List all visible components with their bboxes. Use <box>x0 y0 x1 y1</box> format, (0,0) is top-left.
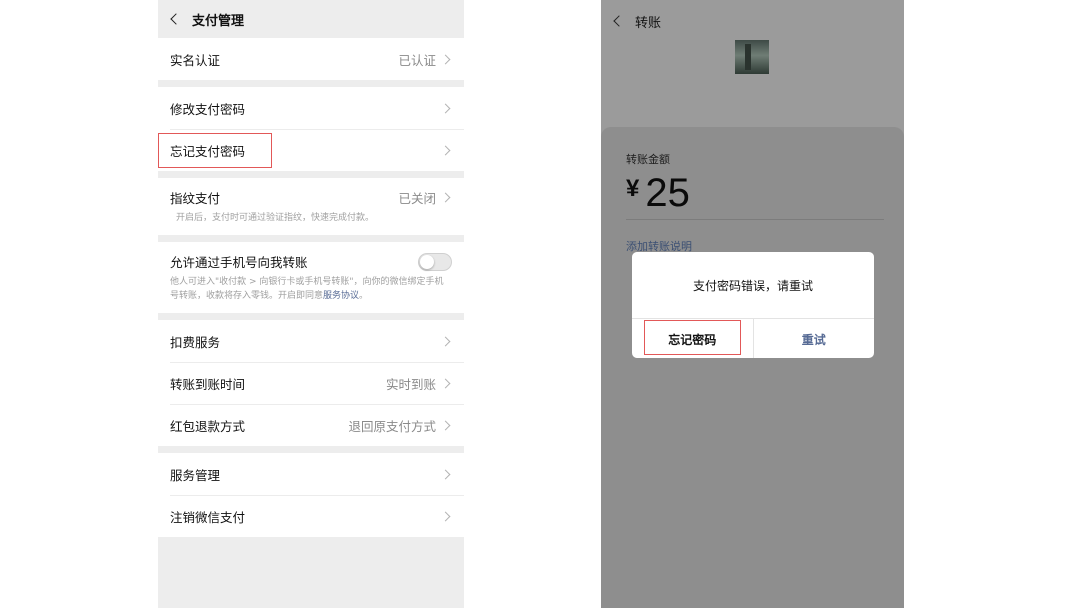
page-title: 转账 <box>635 15 662 31</box>
row-deduction-service[interactable]: 扣费服务 <box>158 320 464 362</box>
chevron-right-icon <box>440 420 451 430</box>
toggle-knob <box>420 254 434 269</box>
chevron-right-icon <box>440 511 451 521</box>
row-value: 实时到账 <box>385 376 436 392</box>
row-label: 服务管理 <box>170 467 221 483</box>
row-label: 修改支付密码 <box>170 101 246 117</box>
row-label: 指纹支付 <box>170 191 221 206</box>
chevron-right-icon <box>440 103 451 113</box>
payment-management-screen: 支付管理 实名认证 已认证 修改支付密码 忘记支付密码 指纹支付 已关闭 开启后… <box>158 0 464 608</box>
row-description: 他人可进入"收付款 > 向银行卡或手机号转账"，向你的微信绑定手机号转账，收款将… <box>170 275 450 303</box>
row-label: 红包退款方式 <box>170 418 246 434</box>
nav-bar: 转账 <box>601 0 904 42</box>
chevron-right-icon <box>440 145 451 155</box>
row-change-password[interactable]: 修改支付密码 <box>158 87 464 129</box>
row-value: 已认证 <box>398 52 436 68</box>
row-allow-phone-transfer: 允许通过手机号向我转账 他人可进入"收付款 > 向银行卡或手机号转账"，向你的微… <box>158 242 464 313</box>
desc-text: 他人可进入"收付款 > 向银行卡或手机号转账"，向你的微信绑定手机号转账，收款将… <box>170 277 444 301</box>
chevron-right-icon <box>440 336 451 346</box>
back-icon[interactable] <box>170 13 182 25</box>
row-service-management[interactable]: 服务管理 <box>158 453 464 495</box>
phone-transfer-toggle[interactable] <box>418 252 452 271</box>
chevron-right-icon <box>440 378 451 388</box>
row-real-name-auth[interactable]: 实名认证 已认证 <box>158 38 464 80</box>
avatar <box>735 40 769 74</box>
currency-symbol: ¥ <box>626 175 640 202</box>
row-label: 允许通过手机号向我转账 <box>170 255 308 270</box>
retry-button[interactable]: 重试 <box>754 319 875 358</box>
group-fingerprint: 指纹支付 已关闭 开启后，支付时可通过验证指纹，快速完成付款。 <box>158 178 464 235</box>
row-value: 退回原支付方式 <box>348 418 436 434</box>
amount-display[interactable]: ¥25 <box>626 171 690 216</box>
service-agreement-link[interactable]: 服务协议 <box>323 291 359 301</box>
row-label: 注销微信支付 <box>170 509 246 525</box>
amount-divider <box>626 219 884 220</box>
page-title: 支付管理 <box>192 13 245 29</box>
row-fingerprint-pay[interactable]: 指纹支付 已关闭 开启后，支付时可通过验证指纹，快速完成付款。 <box>158 178 464 235</box>
chevron-right-icon <box>440 54 451 64</box>
dialog-message: 支付密码错误，请重试 <box>632 252 874 319</box>
highlight-box-forgot-password <box>158 133 272 168</box>
back-icon[interactable] <box>613 15 625 27</box>
row-label: 实名认证 <box>170 52 221 68</box>
transfer-sheet: 转账金额 ¥25 添加转账说明 <box>601 127 904 608</box>
group-services: 扣费服务 转账到账时间 实时到账 红包退款方式 退回原支付方式 <box>158 320 464 446</box>
group-phone-transfer: 允许通过手机号向我转账 他人可进入"收付款 > 向银行卡或手机号转账"，向你的微… <box>158 242 464 313</box>
group-manage: 服务管理 注销微信支付 <box>158 453 464 537</box>
amount-label: 转账金额 <box>626 153 670 166</box>
highlight-box-forgot-button <box>644 320 741 355</box>
row-description: 开启后，支付时可通过验证指纹，快速完成付款。 <box>176 213 375 223</box>
chevron-right-icon <box>440 469 451 479</box>
nav-bar: 支付管理 <box>158 0 464 38</box>
row-transfer-arrival-time[interactable]: 转账到账时间 实时到账 <box>158 362 464 404</box>
row-label: 转账到账时间 <box>170 376 246 392</box>
group-realname: 实名认证 已认证 <box>158 38 464 80</box>
row-cancel-wechat-pay[interactable]: 注销微信支付 <box>158 495 464 537</box>
amount-value: 25 <box>645 171 690 215</box>
desc-text-end: 。 <box>359 291 369 301</box>
row-label: 扣费服务 <box>170 334 221 350</box>
transfer-screen: 转账 转账金额 ¥25 添加转账说明 支付密码错误，请重试 忘记密码 重试 <box>601 0 904 608</box>
chevron-right-icon <box>440 192 451 203</box>
row-red-packet-refund[interactable]: 红包退款方式 退回原支付方式 <box>158 404 464 446</box>
row-value: 已关闭 <box>398 191 436 206</box>
